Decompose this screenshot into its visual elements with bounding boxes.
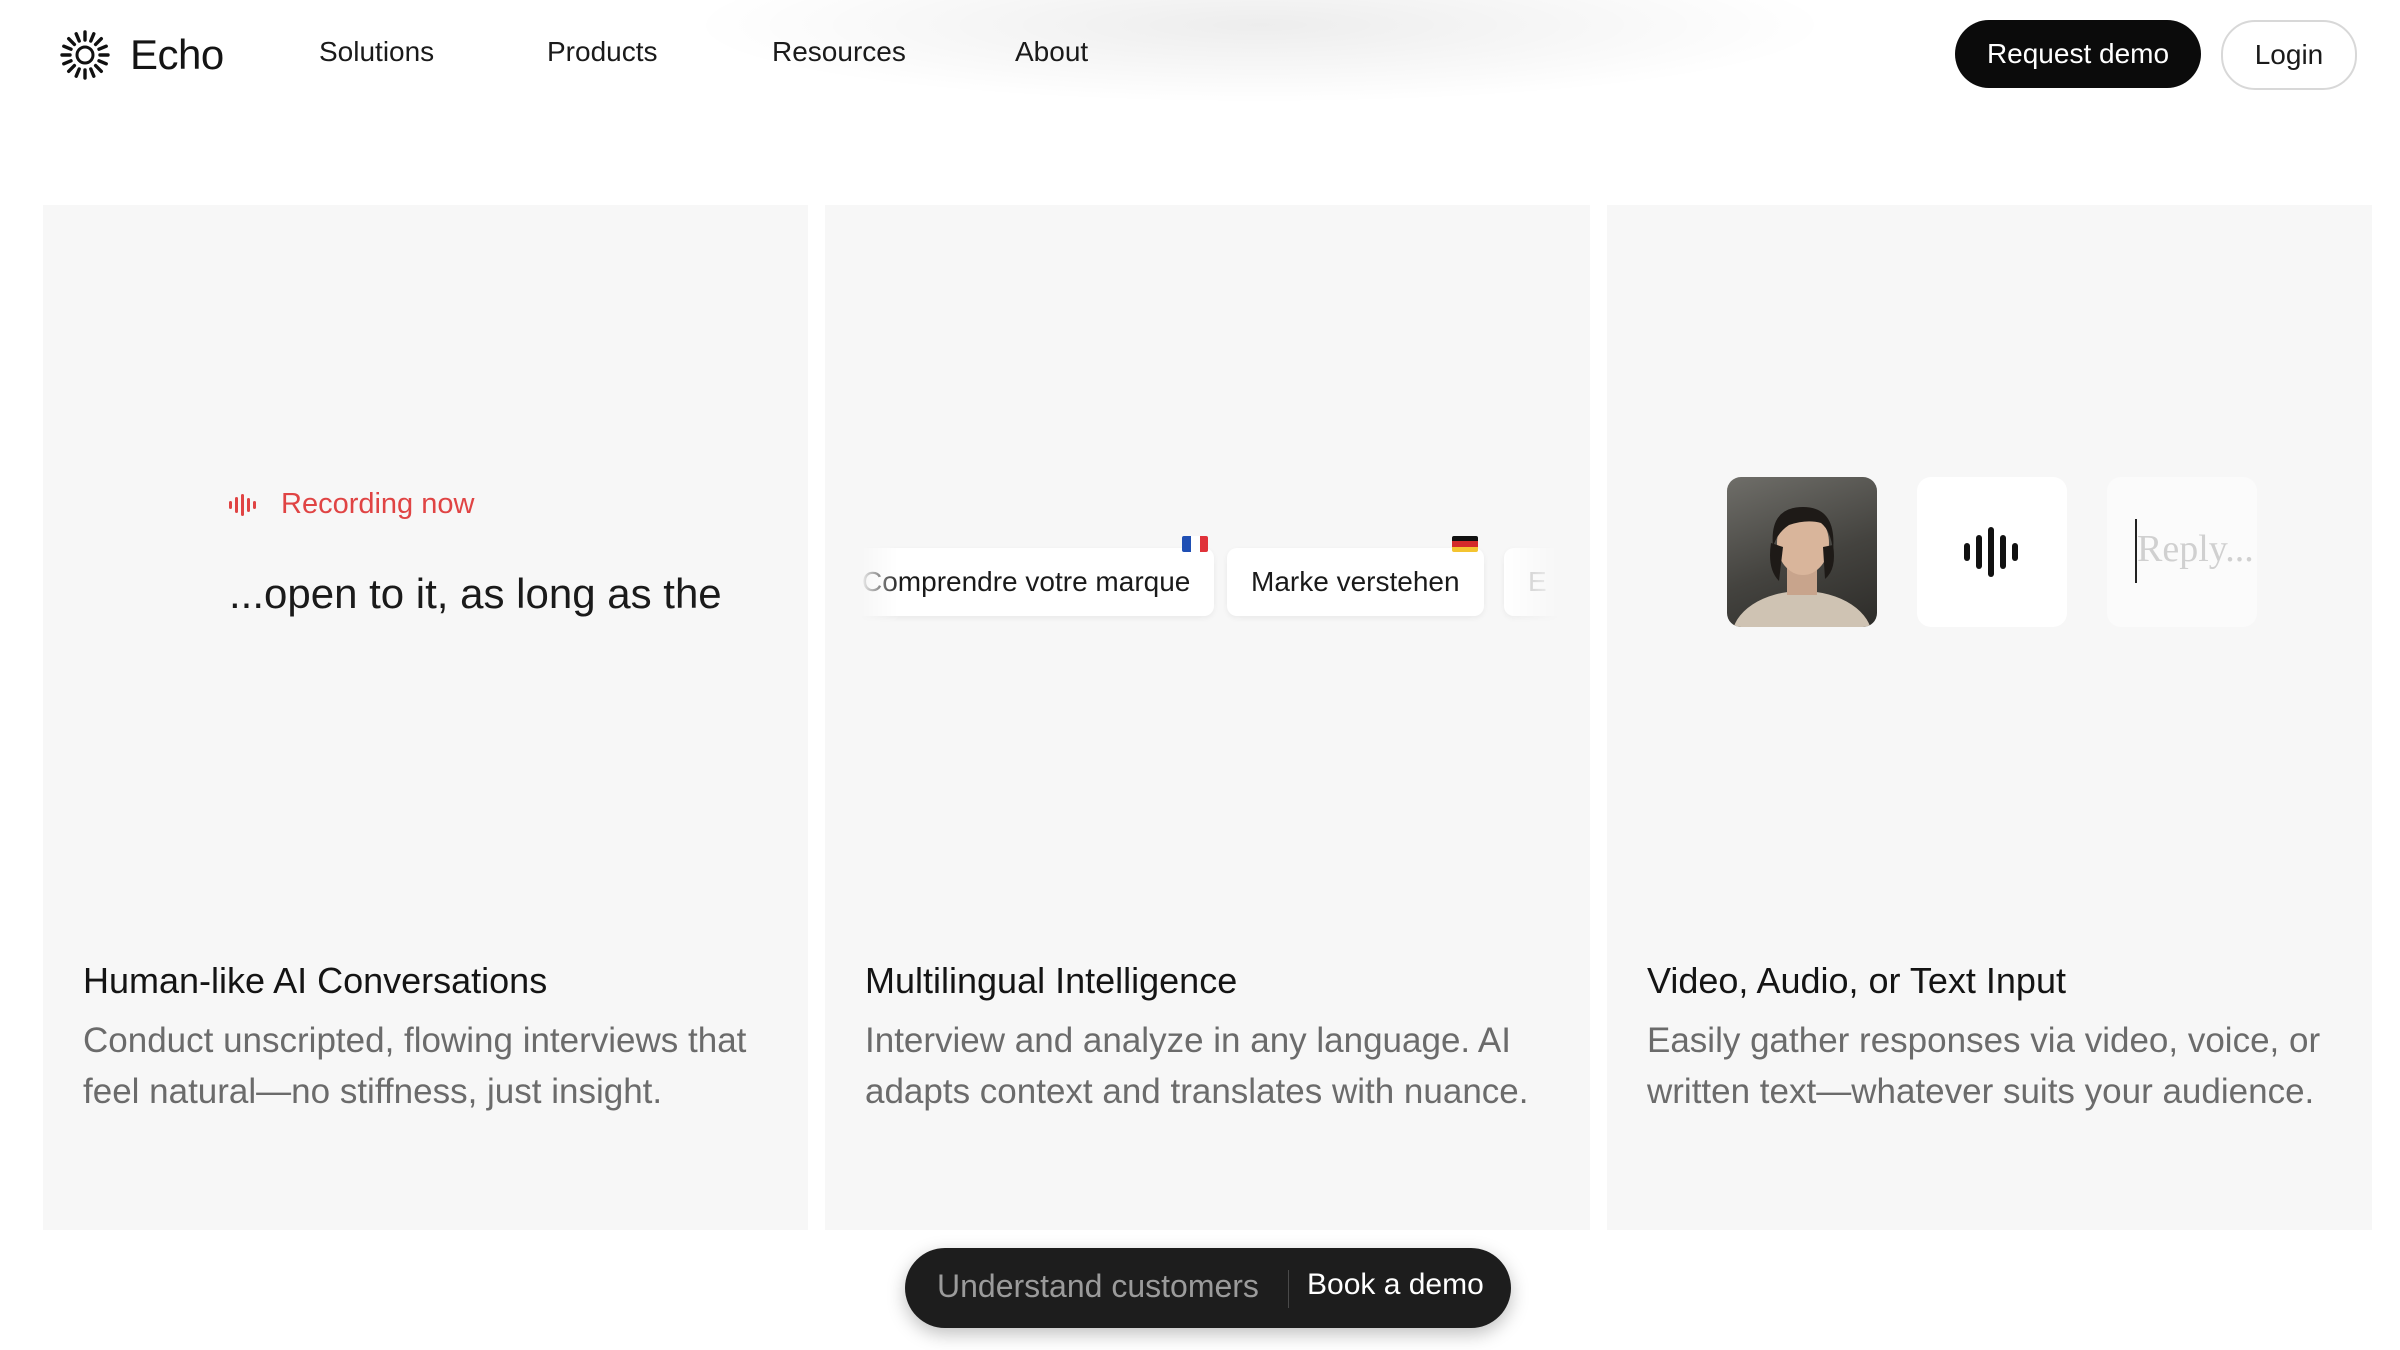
fr-flag-icon xyxy=(1182,536,1209,552)
recording-indicator: Recording now xyxy=(229,488,474,521)
nav-about[interactable]: About xyxy=(1015,36,1088,68)
card-description: Easily gather responses via video, voice… xyxy=(1647,1021,2321,1111)
card-title: Video, Audio, or Text Input xyxy=(1647,960,2066,1001)
feature-card-input-types: Reply... Video, Audio, or Text Input Eas… xyxy=(1607,205,2372,1230)
video-input-tile[interactable] xyxy=(1727,477,1877,627)
cta-divider xyxy=(1288,1270,1289,1308)
chip-text: Comprendre votre marque xyxy=(862,566,1191,597)
reply-placeholder: Reply... xyxy=(2137,528,2254,570)
nav-solutions[interactable]: Solutions xyxy=(319,36,434,68)
card-description: Conduct unscripted, flowing interviews t… xyxy=(83,1021,747,1111)
live-transcript: ...open to it, as long as the xyxy=(229,570,722,617)
login-button[interactable]: Login xyxy=(2221,20,2357,90)
language-chip-fr: Comprendre votre marque xyxy=(860,536,1215,616)
feature-card-conversations: Recording now ...open to it, as long as … xyxy=(43,205,808,1230)
brand-logo[interactable]: Echo xyxy=(60,30,224,80)
request-demo-button[interactable]: Request demo xyxy=(1955,20,2201,88)
feature-card-multilingual: Comprendre votre marque Marke verstehen … xyxy=(825,205,1590,1230)
chip-text: E xyxy=(1528,566,1547,597)
brand-name: Echo xyxy=(130,31,224,78)
language-chip-de: Marke verstehen xyxy=(1227,536,1484,616)
de-flag-icon xyxy=(1451,536,1478,552)
card-title: Multilingual Intelligence xyxy=(865,960,1238,1001)
audio-waveform-icon xyxy=(1964,527,2018,577)
recording-label: Recording now xyxy=(281,488,475,520)
top-navigation: Echo Solutions Products Resources About … xyxy=(0,0,2400,108)
sunburst-logo-icon xyxy=(60,30,110,80)
audio-input-tile[interactable] xyxy=(1917,477,2067,627)
language-chip-carousel: Comprendre votre marque Marke verstehen … xyxy=(860,518,1560,628)
card-description: Interview and analyze in any language. A… xyxy=(865,1021,1529,1111)
chip-text: Marke verstehen xyxy=(1251,566,1460,597)
portrait-photo-icon xyxy=(1733,507,1871,627)
nav-products[interactable]: Products xyxy=(547,36,658,68)
floating-cta-bar: Understand customers Book a demo xyxy=(905,1248,1511,1328)
waveform-icon xyxy=(229,493,256,516)
card-title: Human-like AI Conversations xyxy=(83,960,548,1001)
book-demo-button[interactable]: Book a demo xyxy=(1307,1268,1484,1302)
nav-resources[interactable]: Resources xyxy=(772,36,906,68)
text-input-tile[interactable]: Reply... xyxy=(2107,477,2257,627)
language-chip-partial: E xyxy=(1504,548,1560,616)
cta-text: Understand customers xyxy=(937,1268,1259,1304)
